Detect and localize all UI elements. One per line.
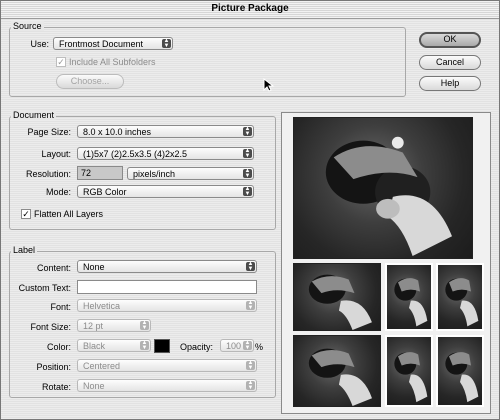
custom-text-input[interactable] [77,280,257,294]
font-popup[interactable]: Helvetica ▲ ▼ [77,299,257,312]
updown-arrows-icon: ▲ ▼ [243,186,252,197]
updown-arrows-icon: ▲ ▼ [246,261,255,272]
photo-image [394,352,428,403]
opacity-label: Opacity: [179,342,213,352]
color-swatch[interactable] [154,339,170,353]
updown-arrows-icon: ▲ ▼ [162,38,171,49]
updown-arrows-icon: ▲ ▼ [140,320,149,331]
photo-image [445,352,479,403]
font-value: Helvetica [83,301,121,311]
window-title: Picture Package [211,3,289,14]
include-subfolders-label: Include All Subfolders [69,57,156,67]
label-group-title: Label [11,245,38,255]
mouse-pointer-icon [263,78,275,92]
content-popup[interactable]: None ▲ ▼ [77,260,257,273]
font-size-label: Font Size: [30,322,71,332]
page-size-value: 8.0 x 10.0 inches [83,127,152,137]
document-group-title: Document [11,110,57,120]
content-value: None [83,262,105,272]
layout-value: (1)5x7 (2)2.5x3.5 (4)2x2.5 [83,149,188,159]
help-button[interactable]: Help [419,76,481,91]
preview-photo-small-4[interactable] [436,335,484,407]
opacity-unit: % [255,342,264,352]
mode-popup[interactable]: RGB Color ▲ ▼ [77,185,254,198]
position-label: Position: [36,362,71,372]
page-size-popup[interactable]: 8.0 x 10.0 inches ▲ ▼ [77,125,254,138]
preview-photo-small-2[interactable] [436,263,484,331]
updown-arrows-icon: ▲ ▼ [246,300,255,311]
photo-image [394,278,428,327]
color-popup[interactable]: Black ▲ ▼ [77,339,151,352]
choose-button[interactable]: Choose... [56,74,124,89]
position-popup[interactable]: Centered ▲ ▼ [77,359,257,372]
font-size-popup[interactable]: 12 pt ▲ ▼ [77,319,151,332]
photo-image [445,278,479,327]
page-size-label: Page Size: [27,127,71,137]
content-label: Content: [36,263,71,273]
preview-photo-large[interactable] [293,117,473,259]
photo-image [308,274,372,330]
color-value: Black [83,341,106,351]
preview-photo-medium-2[interactable] [293,335,381,407]
updown-arrows-icon: ▲ ▼ [246,360,255,371]
photo-image [325,136,453,257]
include-subfolders-checkbox[interactable]: ✓ [56,57,66,67]
updown-arrows-icon: ▲ ▼ [243,340,252,351]
layout-label: Layout: [41,149,71,159]
rotate-value: None [83,381,105,391]
opacity-popup[interactable]: 100 ▲ ▼ [220,339,254,352]
font-size-value: 12 pt [83,321,104,331]
cancel-button[interactable]: Cancel [419,55,481,70]
resolution-input[interactable]: 72 [77,166,123,180]
photo-image [308,348,372,406]
resolution-unit-popup[interactable]: pixels/inch ▲ ▼ [127,167,254,180]
updown-arrows-icon: ▲ ▼ [243,148,252,159]
use-label: Use: [30,39,49,49]
layout-preview[interactable] [281,112,491,414]
mode-label: Mode: [45,187,71,197]
resolution-unit-value: pixels/inch [133,169,176,179]
picture-package-dialog: Picture Package OK Cancel Help Source Us… [0,0,500,420]
custom-text-label: Custom Text: [18,283,71,293]
opacity-value: 100 [226,341,242,351]
resolution-label: Resolution: [25,169,71,179]
use-value: Frontmost Document [59,39,144,49]
mode-value: RGB Color [83,187,127,197]
rotate-popup[interactable]: None ▲ ▼ [77,379,257,392]
checkmark-icon: ✓ [22,209,30,219]
use-popup[interactable]: Frontmost Document ▲ ▼ [53,37,173,50]
source-group-title: Source [11,21,44,31]
title-bar[interactable]: Picture Package [1,1,499,19]
flatten-layers-label: Flatten All Layers [34,209,104,219]
preview-photo-medium-1[interactable] [293,263,381,331]
updown-arrows-icon: ▲ ▼ [243,126,252,137]
position-value: Centered [83,361,121,371]
updown-arrows-icon: ▲ ▼ [140,340,149,351]
preview-photo-small-1[interactable] [385,263,433,331]
updown-arrows-icon: ▲ ▼ [243,168,252,179]
rotate-label: Rotate: [41,382,71,392]
preview-photo-small-3[interactable] [385,335,433,407]
ok-button[interactable]: OK [419,32,481,48]
updown-arrows-icon: ▲ ▼ [246,380,255,391]
checkmark-icon: ✓ [57,57,65,67]
font-label: Font: [50,302,71,312]
layout-popup[interactable]: (1)5x7 (2)2.5x3.5 (4)2x2.5 ▲ ▼ [77,147,254,160]
color-label: Color: [46,342,71,352]
flatten-layers-checkbox[interactable]: ✓ [21,209,31,219]
